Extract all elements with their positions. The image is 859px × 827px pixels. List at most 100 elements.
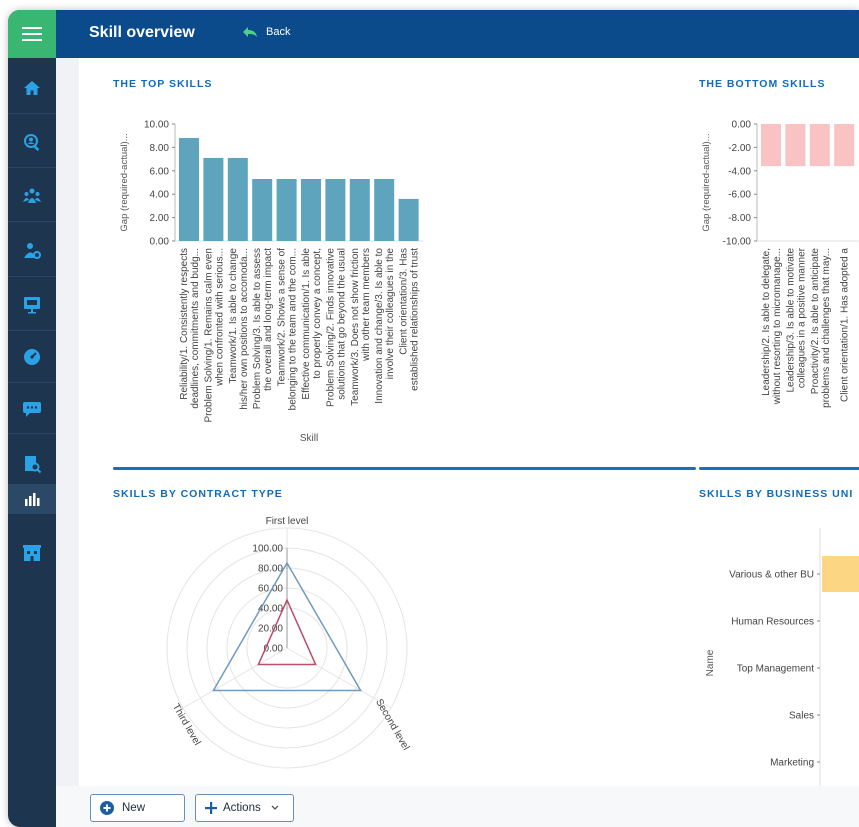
back-button[interactable]: Back (242, 26, 290, 38)
top-skills-bar[interactable] (276, 178, 297, 241)
sidebar-separator (8, 167, 56, 168)
bu-category-label: Various & other BU (729, 570, 814, 581)
svg-text:with other team members: with other team members (361, 248, 372, 362)
menu-button[interactable] (8, 10, 56, 58)
bu-category-label: Marketing (770, 758, 814, 769)
svg-text:Innovation and change/3. Is ab: Innovation and change/3. Is able to (374, 248, 385, 404)
top-skills-category-label: Innovation and change/3. Is able to invol… (374, 248, 396, 404)
top-skills-bar[interactable] (203, 157, 224, 241)
new-button[interactable]: New (90, 794, 185, 822)
page-title: Skill overview (89, 24, 195, 41)
svg-text:Client orientation/3. Has: Client orientation/3. Has (399, 248, 410, 355)
business-unit-title: SKILLS BY BUSINESS UNI (699, 488, 854, 500)
app-window: Skill overview Back THE TOP SKILLS THE B… (8, 10, 859, 827)
bar-chart-icon (25, 493, 40, 506)
bu-category-label: Sales (789, 711, 814, 722)
svg-text:problems and challenges that m: problems and challenges that may... (821, 248, 832, 408)
svg-text:Teamwork/1. Is able to change: Teamwork/1. Is able to change (228, 248, 239, 384)
top-skills-bar[interactable] (374, 178, 395, 241)
top-skills-tick-label: 4.00 (150, 190, 170, 201)
top-skills-bar[interactable] (398, 198, 419, 241)
building-icon (23, 545, 41, 561)
top-skills-category-label: Problem Solving/2. Finds innovative solut… (325, 248, 347, 407)
svg-text:without resorting to micromana: without resorting to micromanage... (772, 248, 783, 405)
top-skills-bar[interactable] (227, 157, 248, 241)
bottom-skills-bar[interactable] (761, 124, 781, 167)
sidebar (8, 10, 56, 827)
sidebar-item-gauge[interactable] (8, 332, 56, 382)
svg-text:deadlines, commitments and bud: deadlines, commitments and budg... (190, 248, 201, 409)
top-skills-category-label: Client orientation/3. Has established rel… (399, 248, 421, 391)
bu-category-label: Human Resources (731, 617, 814, 628)
svg-text:Reliability/1. Consistently re: Reliability/1. Consistently respects (179, 248, 190, 400)
radar-svg: 0.0020.0040.0060.0080.00100.00First leve… (166, 516, 411, 769)
svg-text:belonging to the team and the: belonging to the team and the com... (288, 248, 299, 410)
sidebar-item-bar-chart[interactable] (8, 484, 56, 514)
sidebar-separator (8, 113, 56, 114)
bottom-skills-category-label: Leadership/2. Is able to delegate, withou… (761, 248, 783, 405)
back-arrow-icon (243, 27, 257, 37)
radar-tick-label: 60.00 (258, 584, 283, 595)
gauge-icon (24, 349, 40, 365)
top-bar: Skill overview Back (56, 10, 859, 58)
content-gutter (56, 58, 79, 827)
bottom-skills-category-label: Proactivity/2. Is able to anticipate prob… (810, 248, 832, 408)
radar-tick-label: 20.00 (258, 624, 283, 635)
svg-text:to properly convey a concept,: to properly convey a concept, (312, 248, 323, 379)
svg-text:solutions that go beyond the u: solutions that go beyond the usual (336, 248, 347, 400)
bottom-skills-tick-label: 0.00 (732, 120, 752, 131)
bottom-skills-bar[interactable] (785, 124, 806, 167)
plus-icon (205, 802, 217, 814)
radar-tick-label: 40.00 (258, 604, 283, 615)
section-divider-left (113, 467, 696, 470)
top-skills-category-label: Teamwork/1. Is able to change his/her own… (228, 248, 250, 410)
svg-text:Teamwork/2. Shows a sense of: Teamwork/2. Shows a sense of (277, 248, 288, 387)
top-skills-category-label: Teamwork/3. Does not show friction with o… (350, 248, 372, 406)
document-search-icon (25, 456, 42, 474)
bu-bar[interactable] (822, 556, 859, 592)
top-skills-bar[interactable] (349, 178, 370, 241)
chat-icon (23, 402, 41, 417)
top-skills-tick-label: 2.00 (150, 213, 170, 224)
svg-text:when confronted with serious..: when confronted with serious... (214, 248, 225, 387)
svg-text:Client orientation/1. Has adop: Client orientation/1. Has adopted a (840, 248, 851, 402)
bu-y-axis-label: Name (705, 649, 716, 676)
sidebar-item-home[interactable] (8, 63, 56, 113)
svg-text:the overall and long-term impa: the overall and long-term impact (263, 248, 274, 391)
top-skills-bar[interactable] (179, 138, 199, 241)
home-icon (24, 81, 40, 95)
sidebar-item-document-search[interactable] (8, 439, 56, 489)
top-skills-category-label: Problem Solving/1. Remains calm even when… (203, 248, 225, 423)
top-skills-bar[interactable] (301, 178, 321, 241)
bottom-skills-tick-label: -8.00 (728, 213, 751, 224)
sidebar-item-chat[interactable] (8, 383, 56, 433)
svg-text:Problem Solving/3. Is able to: Problem Solving/3. Is able to assess (252, 248, 263, 409)
radar-axis-label-first: First level (266, 516, 309, 527)
sidebar-item-building[interactable] (8, 528, 56, 578)
radar-tick-label: 80.00 (258, 564, 283, 575)
top-skills-bar[interactable] (252, 178, 273, 241)
bottom-action-bar: New Actions (56, 786, 859, 827)
top-skills-x-axis-label: Skill (300, 433, 318, 444)
svg-text:Teamwork/3. Does not show fric: Teamwork/3. Does not show friction (350, 248, 361, 406)
sidebar-item-user-settings[interactable] (8, 226, 56, 276)
business-unit-svg: Various & other BU Human Resources Top Man… (705, 528, 859, 798)
svg-text:involve their colleagues in th: involve their colleagues in the (385, 248, 396, 380)
bu-category-label: Top Management (737, 664, 814, 675)
sidebar-item-team[interactable] (8, 171, 56, 221)
top-skills-bar[interactable] (325, 178, 346, 241)
sidebar-separator (8, 330, 56, 331)
bottom-skills-bar[interactable] (809, 124, 830, 167)
svg-text:established relationships of t: established relationships of trust (410, 248, 421, 391)
svg-text:Leadership/3. Is able to motiv: Leadership/3. Is able to motivate (785, 248, 796, 393)
sidebar-item-presentation[interactable] (8, 280, 56, 330)
radar-axis-label-third: Third level (170, 702, 203, 747)
actions-dropdown[interactable]: Actions (195, 794, 294, 822)
bottom-skills-category-label: Leadership/3. Is able to motivate colleag… (785, 247, 807, 392)
svg-text:Leadership/2. Is able to deleg: Leadership/2. Is able to delegate, (761, 248, 772, 396)
new-label: New (122, 802, 146, 814)
chevron-down-icon (271, 805, 279, 810)
bottom-skills-bar[interactable] (834, 124, 855, 167)
presentation-icon (24, 297, 40, 314)
sidebar-item-search-user[interactable] (8, 117, 56, 167)
